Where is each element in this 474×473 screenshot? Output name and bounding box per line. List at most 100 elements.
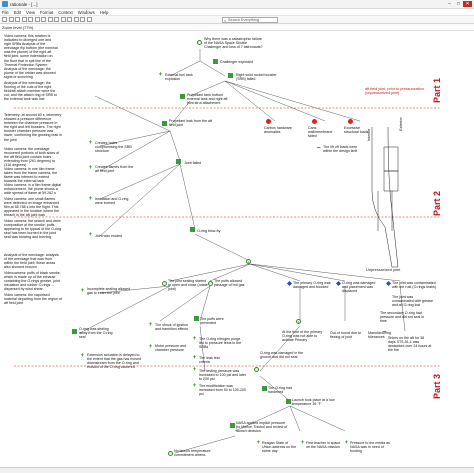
part-2-label: Part 2 xyxy=(432,190,442,216)
no-temp-criteria[interactable]: No launch temperature commitment criteri… xyxy=(174,449,214,457)
undo-icon[interactable] xyxy=(41,17,46,22)
search-input[interactable]: ⌕ Search Everything xyxy=(222,17,278,23)
joint-contaminated-rust[interactable]: The joint was contaminated with the rust… xyxy=(392,281,436,289)
reason-icon[interactable] xyxy=(67,17,72,22)
new-icon[interactable] xyxy=(2,17,7,22)
o-ring-displaced[interactable]: O-ring was damaged and placement was dis… xyxy=(342,281,382,293)
puffs-hot-gas[interactable]: The puffs allowed passage of hot gas xyxy=(214,279,250,287)
external-tank-explosion[interactable]: External fuel tank explosion xyxy=(165,73,205,81)
objection-icon xyxy=(266,119,271,124)
menu-format[interactable]: Format xyxy=(40,10,53,15)
evidence-12[interactable]: Video camera: the vaporised material dep… xyxy=(4,293,62,305)
part-3-label: Part 3 xyxy=(432,373,442,399)
o-ring-hardened[interactable]: The O-ring had hardened xyxy=(268,386,304,394)
evidence-5[interactable]: Video camera: the wreckage recovered por… xyxy=(4,147,62,167)
evidence-icon xyxy=(168,451,173,456)
joint-failed[interactable]: Joint failed xyxy=(184,161,214,165)
launch-low-temp[interactable]: Launch took place at a low temperature 3… xyxy=(292,398,336,406)
connector-lines xyxy=(14,49,440,454)
o-ring-blow-by[interactable]: O-ring blow-by xyxy=(197,229,229,233)
first-teacher[interactable]: First teacher in space on the NASA missi… xyxy=(306,441,342,449)
objection-icon[interactable] xyxy=(73,17,79,22)
menu-context[interactable]: Context xyxy=(58,10,72,15)
joint-eroded[interactable]: Joint was eroded xyxy=(95,234,129,238)
o-ring-groove-damage[interactable]: O-ring was damaged in the groove and did… xyxy=(260,351,304,359)
minimize-button[interactable]: – xyxy=(445,1,454,7)
incomplete-sealing[interactable]: Incomplete sealing allowed gas to enter … xyxy=(87,287,131,295)
menu-windows[interactable]: Windows xyxy=(78,10,95,15)
puffs-prevented[interactable]: The puffs were prevented xyxy=(200,317,236,325)
root-question[interactable]: Why there was a catastrophic failure of … xyxy=(204,37,264,49)
evidence-6[interactable]: Video camera: in one film frame taken fr… xyxy=(4,167,62,183)
drawing-note: aft field joint, prior to pressurization… xyxy=(365,87,424,96)
paste-icon[interactable] xyxy=(34,17,40,22)
nitrogen-purge[interactable]: The O-ring nitrogen purge led to pressur… xyxy=(199,337,245,349)
status-bar xyxy=(0,467,474,473)
evidence-9[interactable]: Video camera: the search and drew compos… xyxy=(4,219,62,239)
evidence-7[interactable]: Video camera: in a film frame digital en… xyxy=(4,183,62,195)
evidence-10[interactable]: Analysis of the wreckage: analysis of th… xyxy=(4,253,62,269)
question-icon xyxy=(197,40,202,45)
shims-on-aft[interactable]: Shims on the aft for 38 days STS-51-L wa… xyxy=(388,336,432,352)
propellant-leak[interactable]: Propellant leak from the aft field joint xyxy=(169,119,213,127)
zoom-in-icon[interactable] xyxy=(54,17,59,22)
maximize-button[interactable]: □ xyxy=(454,1,463,7)
claim-icon xyxy=(194,316,199,321)
menu-edit[interactable]: Edit xyxy=(14,10,21,15)
lift-off-loads[interactable]: The lift off loads were within the desig… xyxy=(323,145,359,153)
support-icon: + xyxy=(80,288,85,294)
primary-not-actuate[interactable]: At the time of the primary O-ring was no… xyxy=(282,330,324,342)
support-icon: + xyxy=(192,336,197,342)
carbon-anomalies[interactable]: Carbon hardware anomalies xyxy=(264,126,296,134)
leak-test-criteria[interactable]: The leak test criteria xyxy=(199,356,231,364)
support-icon: + xyxy=(148,344,153,350)
redo-icon[interactable] xyxy=(47,17,53,22)
open-icon[interactable] xyxy=(8,17,14,22)
right-srb-failed[interactable]: Right solid rocket booster (SRB) failed xyxy=(236,73,280,81)
evidence-3[interactable]: Analysis of the wreckage: the flooring o… xyxy=(4,81,58,101)
menu-file[interactable]: File xyxy=(2,10,9,15)
claim-icon xyxy=(228,73,233,78)
creates-holes[interactable]: Creates holes compromising the SRB struc… xyxy=(95,141,135,153)
menu-bar: File Edit View Format Context Windows He… xyxy=(0,9,474,16)
out-of-round[interactable]: Out of round due to flexing of joint xyxy=(330,331,362,339)
case-wall-failed[interactable]: Cans wall/membrane failed xyxy=(308,126,340,138)
media-pressure[interactable]: Pressure to the media as NASA was in nee… xyxy=(350,441,390,453)
excessive-loads[interactable]: Excessive structural loads xyxy=(344,126,374,134)
zoom-out-icon[interactable] xyxy=(60,17,66,22)
map-canvas[interactable]: Part 1 Part 2 Part 3 Exterior Interior U… xyxy=(0,31,474,467)
support-icon[interactable] xyxy=(80,17,85,22)
evidence-1[interactable]: Video camera; this rotation is indicated… xyxy=(4,34,58,67)
shock-of-ignition[interactable]: The shock of ignition and transition eff… xyxy=(155,323,193,331)
close-button[interactable]: ✕ xyxy=(463,1,472,7)
menu-view[interactable]: View xyxy=(26,10,35,15)
insulation-burned[interactable]: Insulation and O-ring were burned xyxy=(95,197,135,205)
evidence-2[interactable]: Analysis of the wreckage: the plume of t… xyxy=(4,67,58,79)
primary-o-ring-damaged[interactable]: The primary O-ring was damaged and block… xyxy=(293,281,333,289)
window-title: rationale - [...] xyxy=(10,1,38,7)
save-icon[interactable] xyxy=(15,17,20,22)
claim-icon xyxy=(262,386,267,391)
note-icon[interactable] xyxy=(86,17,92,22)
challenger-exploded[interactable]: Challenger exploded xyxy=(220,60,260,64)
and-icon: & xyxy=(296,319,301,324)
evidence-8[interactable]: Video camera: one small flames were dete… xyxy=(4,197,62,217)
testing-pressure[interactable]: The testing pressure was increased to 10… xyxy=(199,369,247,381)
secondary-o-ring[interactable]: The secondary O-ring had pressure and di… xyxy=(380,311,428,323)
copy-icon[interactable] xyxy=(28,17,33,22)
evidence-4[interactable]: Telemetry: at around 60 s, telemetry sho… xyxy=(4,113,62,142)
reagan-address[interactable]: Reagan State of Union address on the sam… xyxy=(262,441,298,453)
motor-pressure[interactable]: Motor pressure and chamber pressure xyxy=(155,344,189,352)
joint-contaminated-grease[interactable]: The joint was contaminated with grease a… xyxy=(392,295,434,307)
extension-actuation[interactable]: Extension actuation is delayed to the ex… xyxy=(87,353,143,369)
menu-help[interactable]: Help xyxy=(100,10,109,15)
nasa-implicit-pressure[interactable]: NASA applied implicit pressure (to Morto… xyxy=(236,421,288,433)
joint-rotate[interactable]: The joint sealing started to open and cl… xyxy=(168,279,208,291)
creates-flames[interactable]: Creates flames from the aft field joint xyxy=(95,165,135,173)
o-ring-sealing-away[interactable]: O-ring was sealing away from the O-ring … xyxy=(79,327,115,339)
evidence-icon xyxy=(162,281,167,286)
modification-increased[interactable]: The modification was increased from 50 t… xyxy=(199,384,247,396)
cut-icon[interactable] xyxy=(21,17,27,22)
propellant-tank-bottom[interactable]: Propellant tank bottom external tank and… xyxy=(187,93,233,105)
evidence-11[interactable]: Videocamera: puffs of black smoke, which… xyxy=(4,271,62,291)
